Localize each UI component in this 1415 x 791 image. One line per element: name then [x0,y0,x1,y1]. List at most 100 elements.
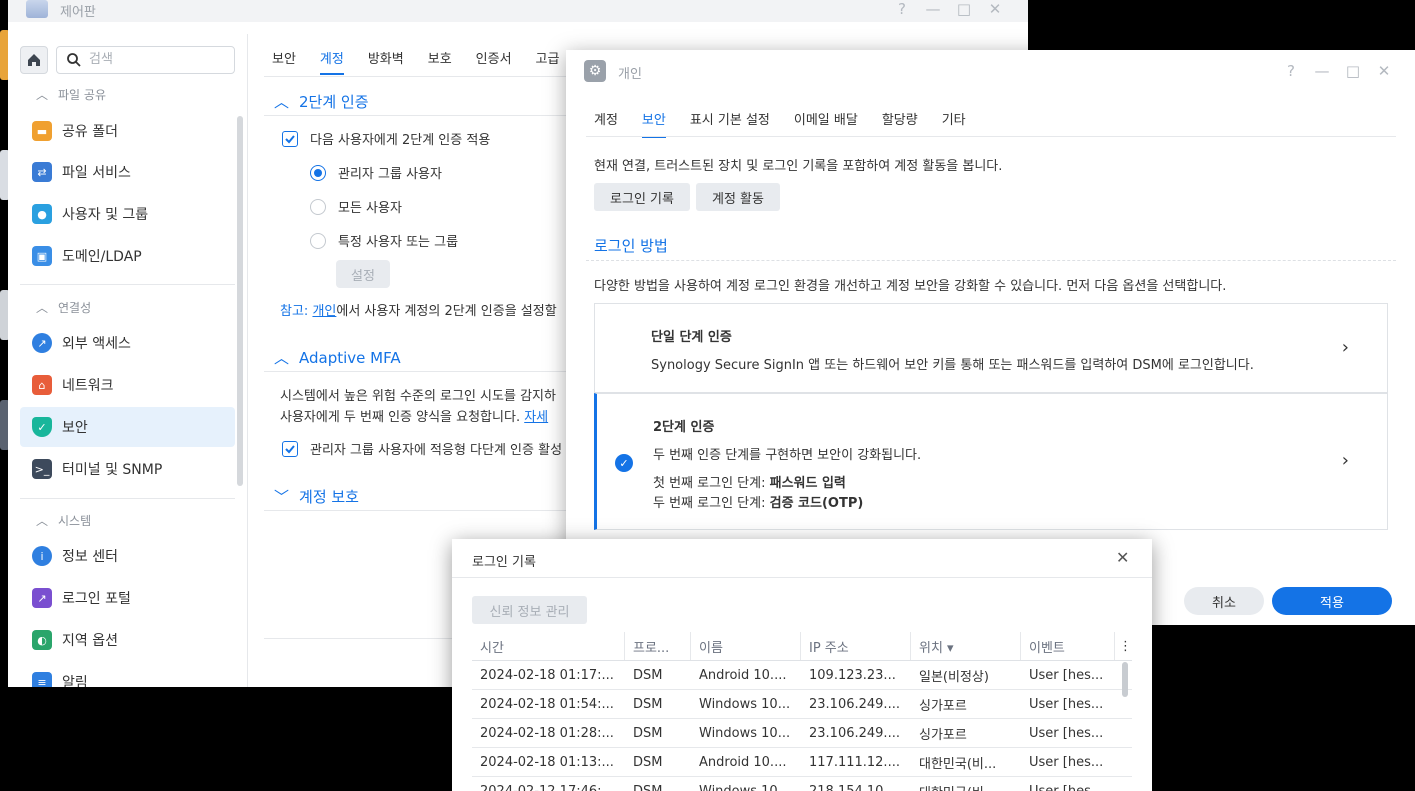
tab-certificate[interactable]: 인증서 [476,48,512,75]
tab-others[interactable]: 기타 [942,109,966,138]
sidebar-item-label: 파일 서비스 [62,165,131,181]
cell-protocol: DSM [633,726,663,741]
maximize-icon[interactable]: □ [955,0,973,18]
table-row[interactable]: 2024-02-18 01:54:... DSM Windows 10... 2… [472,690,1132,719]
personal-titlebar: ⚙ 개인 ? — □ ✕ [566,50,1415,94]
login-history-button[interactable]: 로그인 기록 [594,183,690,211]
radio-label: 관리자 그룹 사용자 [338,167,442,182]
search-field[interactable] [56,46,235,74]
sidebar-item-terminal-snmp[interactable]: >_ 터미널 및 SNMP [20,449,235,489]
radio-unselected[interactable] [310,198,326,215]
table-row[interactable]: 2024-02-18 01:28:... DSM Windows 10... 2… [472,719,1132,748]
tab-quota[interactable]: 할당량 [882,109,918,138]
tab-protection[interactable]: 보호 [428,48,452,75]
adaptive-mfa-checkbox[interactable]: 관리자 그룹 사용자에 적응형 다단계 인증 활성 [282,439,562,458]
group-file-sharing[interactable]: ︿ 파일 공유 [36,86,106,103]
section-account-protection-header[interactable]: ﹀ 계정 보호 [274,486,359,507]
column-menu-icon[interactable]: ⋮ [1115,632,1132,660]
sidebar-item-security[interactable]: ✓ 보안 [20,407,235,447]
minimize-icon[interactable]: — [924,0,942,18]
apply-button[interactable]: 적용 [1272,587,1392,615]
maximize-icon[interactable]: □ [1344,62,1362,80]
chevron-up-icon: ︿ [36,514,49,528]
personal-link[interactable]: 개인 [312,304,336,319]
close-icon[interactable]: ✕ [1375,62,1393,80]
login-history-dialog: 로그인 기록 ✕ 신뢰 정보 관리 시간 프로... 이름 IP 주소 위치 ▾… [452,539,1152,791]
section-two-factor-header[interactable]: ︿ 2단계 인증 [274,91,369,112]
section-adaptive-mfa-header[interactable]: ︿ Adaptive MFA [274,347,401,368]
minimize-icon[interactable]: — [1313,62,1331,80]
table-scrollbar[interactable] [1122,662,1128,697]
search-input[interactable] [89,51,229,66]
sidebar-item-users-groups[interactable]: ● 사용자 및 그룹 [20,194,235,234]
control-panel-app-icon [26,0,48,18]
learn-more-link[interactable]: 자세 [524,410,548,425]
table-row[interactable]: 2024-02-18 01:17:... DSM Android 10.... … [472,661,1132,690]
sidebar-item-network[interactable]: ⌂ 네트워크 [20,365,235,405]
cell-protocol: DSM [633,755,663,770]
tab-security[interactable]: 보안 [641,109,666,138]
login-method-desc: 다양한 방법을 사용하여 계정 로그인 환경을 개선하고 계정 보안을 강화할 … [594,279,1227,294]
help-icon[interactable]: ? [1282,62,1300,80]
column-header-time[interactable]: 시간 [472,632,625,660]
tab-firewall[interactable]: 방화벽 [368,48,404,75]
sidebar-item-info-center[interactable]: i 정보 센터 [20,536,235,576]
cancel-button[interactable]: 취소 [1184,587,1264,615]
activity-intro: 현재 연결, 트러스트된 장치 및 로그인 기록을 포함하여 계정 활동을 봅니… [594,159,1003,174]
sidebar-item-label: 네트워크 [62,378,114,394]
checkbox-checked[interactable] [282,440,298,457]
radio-specific-users[interactable]: 특정 사용자 또는 그룹 [310,231,458,250]
sidebar-item-regional-options[interactable]: ◐ 지역 옵션 [20,620,235,660]
tab-security[interactable]: 보안 [272,48,296,75]
sidebar-item-domain-ldap[interactable]: ▣ 도메인/LDAP [20,236,235,276]
sidebar-item-login-portal[interactable]: ↗ 로그인 포털 [20,578,235,618]
close-icon[interactable]: ✕ [986,0,1004,18]
tab-display-preferences[interactable]: 표시 기본 설정 [690,109,770,138]
sidebar-item-notification[interactable]: ≡ 알림 [20,662,235,687]
settings-button[interactable]: 설정 [336,260,390,288]
sidebar-scrollbar[interactable] [237,116,243,486]
chevron-up-icon: ︿ [274,93,290,111]
column-header-event[interactable]: 이벤트 [1021,632,1115,660]
sidebar-item-file-services[interactable]: ⇄ 파일 서비스 [20,152,235,192]
gear-icon: ⚙ [584,60,606,82]
sidebar-item-shared-folder[interactable]: ▬ 공유 폴더 [20,111,235,151]
single-step-auth-card[interactable]: 단일 단계 인증 Synology Secure SignIn 앱 또는 하드웨… [594,303,1388,393]
column-header-location[interactable]: 위치 ▾ [911,632,1021,660]
sidebar: ︿ 파일 공유 ▬ 공유 폴더 ⇄ 파일 서비스 ● 사용자 및 그룹 ▣ 도메인/LDA… [8,34,248,687]
group-system[interactable]: ︿ 시스템 [36,512,91,529]
tab-email-delivery[interactable]: 이메일 배달 [794,109,858,138]
cell-ip: 23.106.249.... [809,726,900,741]
checkbox-checked[interactable] [282,130,298,147]
two-step-auth-card[interactable]: ✓ 2단계 인증 두 번째 인증 단계를 구현하면 보안이 강화됩니다. 첫 번… [594,393,1388,530]
tab-advanced[interactable]: 고급 [536,48,560,75]
radio-selected[interactable] [310,164,326,181]
account-activity-button[interactable]: 계정 활동 [696,183,780,211]
radio-admin-group[interactable]: 관리자 그룹 사용자 [310,163,442,182]
column-header-name[interactable]: 이름 [691,632,801,660]
window-controls: ? — □ ✕ [893,0,1004,18]
manage-trust-button[interactable]: 신뢰 정보 관리 [472,596,587,624]
check-icon [285,444,295,453]
chevron-up-icon: ︿ [274,349,290,367]
radio-unselected[interactable] [310,232,326,249]
help-icon[interactable]: ? [893,0,911,18]
close-icon[interactable]: ✕ [1116,548,1129,567]
search-icon [67,53,81,67]
cell-time: 2024-02-18 01:13:... [480,755,614,770]
sidebar-item-external-access[interactable]: ↗ 외부 액세스 [20,323,235,363]
home-button[interactable] [20,46,48,74]
column-header-protocol[interactable]: 프로... [625,632,691,660]
radio-all-users[interactable]: 모든 사용자 [310,197,402,216]
table-row[interactable]: 2024-02-18 01:13:... DSM Android 10.... … [472,748,1132,777]
table-row[interactable]: 2024-02-12 17:46:... DSM Windows 10... 2… [472,777,1132,791]
tab-account[interactable]: 계정 [319,48,344,75]
cell-ip: 23.106.249.... [809,697,900,712]
group-connectivity[interactable]: ︿ 연결성 [36,299,91,316]
cell-location: 대한민국(비... [911,777,1021,791]
notification-icon: ≡ [32,672,52,687]
tab-account[interactable]: 계정 [594,109,618,138]
column-header-ip[interactable]: IP 주소 [801,632,911,660]
divider [20,284,235,285]
enforce-2fa-checkbox[interactable]: 다음 사용자에게 2단계 인증 적용 [282,129,490,148]
